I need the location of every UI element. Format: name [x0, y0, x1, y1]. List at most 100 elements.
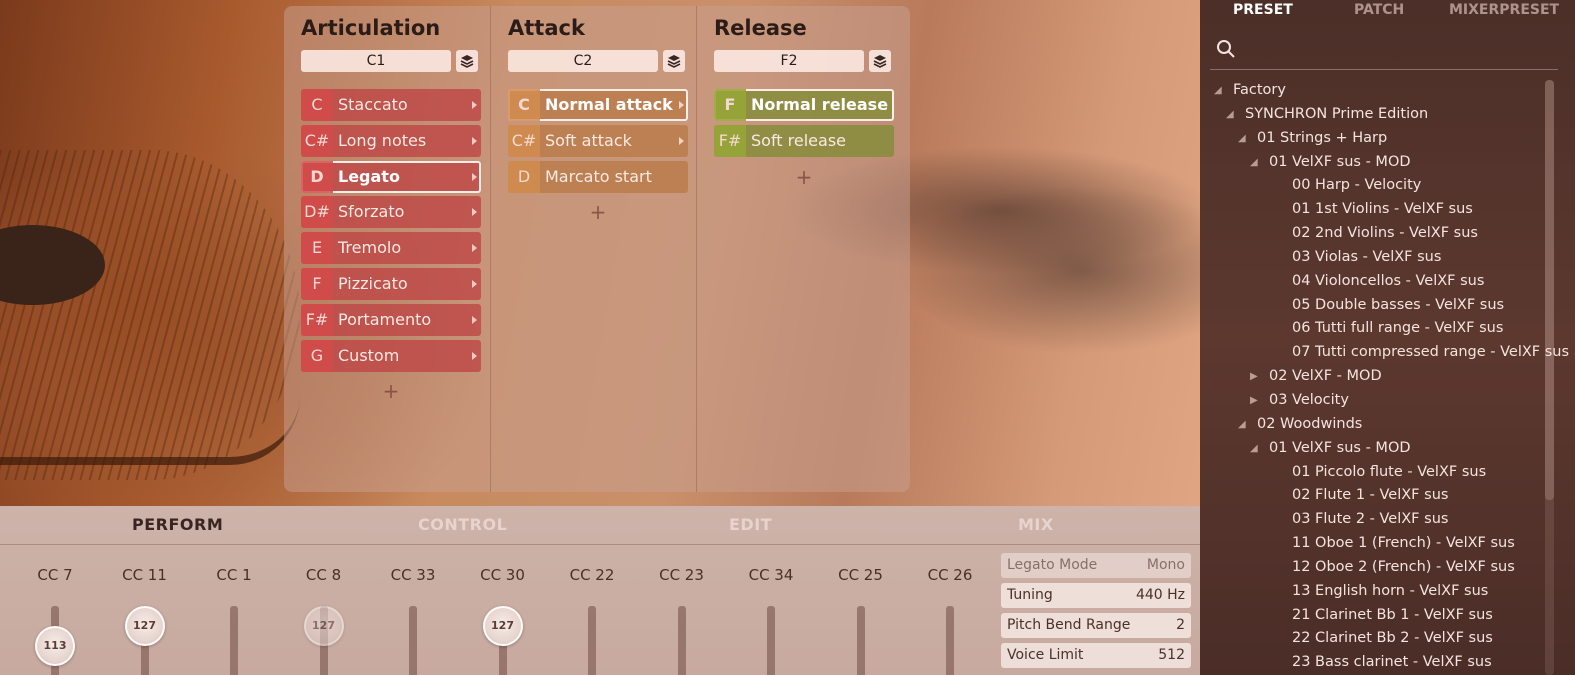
tree-node[interactable]: 06 Tutti full range - VelXF sus — [1200, 317, 1575, 341]
tree-node[interactable]: ◢ 01 VelXF sus - MOD — [1200, 151, 1575, 175]
tree-node[interactable]: ◢ 01 Strings + Harp — [1200, 127, 1575, 151]
search-input[interactable] — [1244, 38, 1544, 62]
triangle-right-icon[interactable]: ▶ — [1250, 365, 1262, 389]
tab-mixerpreset[interactable]: MIXERPRESET — [1449, 2, 1559, 18]
param-row[interactable]: Voice Limit 512 — [1001, 643, 1191, 668]
param-row[interactable]: Tuning 440 Hz — [1001, 583, 1191, 608]
attack-item[interactable]: C Normal attack — [508, 89, 688, 121]
release-item[interactable]: F# Soft release — [714, 124, 894, 157]
controller-knob[interactable]: 113 — [35, 626, 75, 666]
add-button[interactable]: + — [714, 161, 894, 193]
key-label: D# — [301, 196, 333, 229]
tree-node-label: 06 Tutti full range - VelXF sus — [1292, 320, 1504, 337]
tree-node[interactable]: 01 1st Violins - VelXF sus — [1200, 198, 1575, 222]
tab-patch[interactable]: PATCH — [1354, 2, 1404, 18]
controller-knob[interactable]: 127 — [124, 606, 165, 646]
triangle-right-icon[interactable]: ▶ — [1250, 389, 1262, 413]
release-item[interactable]: F Normal release — [714, 89, 894, 121]
tree-node[interactable]: ▶ 03 Velocity — [1200, 389, 1575, 413]
item-label: Portamento — [338, 309, 432, 329]
tree-node[interactable]: 21 Clarinet Bb 1 - VelXF sus — [1200, 604, 1575, 628]
tab-control[interactable]: CONTROL — [418, 515, 507, 534]
param-label: Tuning — [1007, 587, 1053, 603]
key-label: G — [301, 339, 333, 372]
tree-node[interactable]: 02 Flute 1 - VelXF sus — [1200, 484, 1575, 508]
param-row[interactable]: Pitch Bend Range 2 — [1001, 613, 1191, 638]
key-label: F# — [714, 124, 746, 157]
chevron-right-icon — [472, 101, 477, 109]
articulation-item[interactable]: F# Portamento — [301, 303, 481, 336]
tree-node[interactable]: 03 Violas - VelXF sus — [1200, 246, 1575, 270]
tab-perform[interactable]: PERFORM — [132, 515, 223, 534]
key-label: C# — [508, 124, 540, 157]
articulation-item[interactable]: D Legato — [301, 160, 481, 193]
articulation-item[interactable]: D# Sforzato — [301, 196, 481, 229]
controller-label: CC 33 — [390, 566, 436, 584]
chevron-right-icon — [679, 136, 684, 145]
item-label: Normal attack — [545, 95, 673, 114]
controller-slider[interactable] — [946, 606, 954, 675]
articulation-item[interactable]: C Staccato — [301, 89, 481, 121]
item-label: Marcato start — [545, 166, 652, 186]
tree-node[interactable]: 12 Oboe 2 (French) - VelXF sus — [1200, 556, 1575, 580]
tab-preset[interactable]: PRESET — [1233, 2, 1293, 18]
tree-node[interactable]: 13 English horn - VelXF sus — [1200, 580, 1575, 604]
browser-scrollbar[interactable] — [1545, 80, 1554, 675]
layers-icon[interactable] — [456, 50, 478, 72]
layers-icon[interactable] — [663, 50, 685, 72]
tree-node[interactable]: ▶ 02 VelXF - MOD — [1200, 365, 1575, 389]
search-icon[interactable] — [1216, 39, 1236, 59]
release-key-field[interactable]: F2 — [714, 50, 864, 72]
triangle-down-icon[interactable]: ◢ — [1226, 103, 1238, 127]
triangle-down-icon[interactable]: ◢ — [1238, 127, 1250, 151]
browser-scroll-thumb[interactable] — [1545, 80, 1554, 500]
tree-node[interactable]: 07 Tutti compressed range - VelXF sus — [1200, 341, 1575, 365]
tab-mix[interactable]: MIX — [1018, 515, 1054, 534]
controller-slider[interactable] — [767, 606, 775, 675]
articulation-item[interactable]: E Tremolo — [301, 232, 481, 265]
tree-node[interactable]: 00 Harp - Velocity — [1200, 174, 1575, 198]
tree-node-label: 22 Clarinet Bb 2 - VelXF sus — [1292, 630, 1493, 647]
param-row[interactable]: Legato Mode Mono — [1001, 553, 1191, 578]
tree-node[interactable]: 11 Oboe 1 (French) - VelXF sus — [1200, 532, 1575, 556]
attack-item[interactable]: C# Soft attack — [508, 124, 688, 157]
tree-node[interactable]: 02 2nd Violins - VelXF sus — [1200, 222, 1575, 246]
item-label: Tremolo — [338, 238, 402, 258]
triangle-down-icon[interactable]: ◢ — [1250, 437, 1262, 461]
tab-edit[interactable]: EDIT — [729, 515, 772, 534]
tree-node[interactable]: 23 Bass clarinet - VelXF sus — [1200, 651, 1575, 675]
tree-node[interactable]: ◢ SYNCHRON Prime Edition — [1200, 103, 1575, 127]
tree-node-label: 01 1st Violins - VelXF sus — [1292, 201, 1473, 218]
tree-node-label: Factory — [1233, 82, 1286, 98]
tree-node[interactable]: ◢ Factory — [1200, 79, 1575, 103]
key-label: D — [508, 160, 540, 193]
articulation-key-field[interactable]: C1 — [301, 50, 451, 72]
add-button[interactable]: + — [508, 196, 688, 228]
tree-node[interactable]: ◢ 02 Woodwinds — [1200, 413, 1575, 437]
tree-node[interactable]: ◢ 01 VelXF sus - MOD — [1200, 437, 1575, 461]
tree-node-label: 07 Tutti compressed range - VelXF sus — [1292, 344, 1570, 361]
controller-slider[interactable] — [230, 606, 238, 675]
attack-item[interactable]: D Marcato start — [508, 160, 688, 193]
controller-slider[interactable] — [677, 606, 686, 675]
add-button[interactable]: + — [301, 375, 481, 407]
tree-node[interactable]: 22 Clarinet Bb 2 - VelXF sus — [1200, 627, 1575, 651]
triangle-down-icon[interactable]: ◢ — [1250, 151, 1262, 175]
articulation-item[interactable]: G Custom — [301, 339, 481, 372]
attack-key-field[interactable]: C2 — [508, 50, 658, 72]
controller-knob[interactable]: 127 — [482, 606, 523, 646]
tree-node[interactable]: 04 Violoncellos - VelXF sus — [1200, 270, 1575, 294]
layers-icon[interactable] — [869, 50, 891, 72]
triangle-down-icon[interactable]: ◢ — [1238, 413, 1250, 437]
triangle-down-icon[interactable]: ◢ — [1214, 79, 1226, 103]
tree-node[interactable]: 01 Piccolo flute - VelXF sus — [1200, 461, 1575, 485]
articulation-item[interactable]: C# Long notes — [301, 124, 481, 157]
articulation-item[interactable]: F Pizzicato — [301, 267, 481, 300]
controller-slider[interactable] — [588, 606, 596, 675]
controller-slider[interactable] — [856, 606, 865, 675]
controller-slider[interactable] — [409, 606, 417, 675]
tree-node[interactable]: 05 Double basses - VelXF sus — [1200, 294, 1575, 318]
tree-node[interactable]: 03 Flute 2 - VelXF sus — [1200, 508, 1575, 532]
controller-label: CC 26 — [927, 566, 973, 584]
controller-knob[interactable]: 127 — [303, 606, 344, 646]
